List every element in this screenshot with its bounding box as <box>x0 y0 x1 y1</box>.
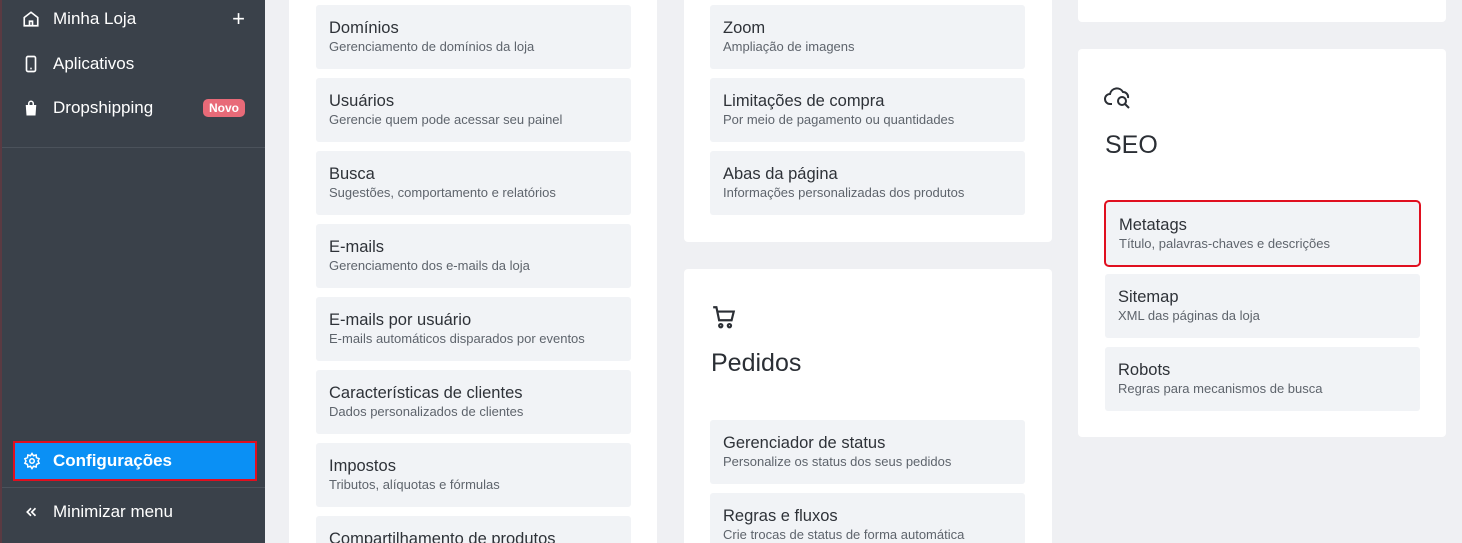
card-subtitle: Sugestões, comportamento e relatórios <box>329 185 556 200</box>
sidebar: Minha Loja + Aplicativos Dropshipping No… <box>0 0 265 543</box>
card-emails-por-usuario[interactable]: E-mails por usuário E-mails automáticos … <box>316 297 631 361</box>
card-impostos[interactable]: Impostos Tributos, alíquotas e fórmulas <box>316 443 631 507</box>
card-regras-fluxos[interactable]: Regras e fluxos Crie trocas de status de… <box>710 493 1025 543</box>
double-chevron-left-icon <box>22 503 40 521</box>
home-icon <box>22 10 40 28</box>
card-title: Características de clientes <box>329 384 523 402</box>
card-metatags[interactable]: Metatags Título, palavras-chaves e descr… <box>1104 200 1421 267</box>
gear-icon <box>23 452 41 470</box>
sidebar-divider <box>2 487 265 488</box>
settings-button[interactable]: Configurações <box>13 441 257 481</box>
sidebar-item-minha-loja[interactable]: Minha Loja + <box>22 4 245 34</box>
card-gerenciador-status[interactable]: Gerenciador de status Personalize os sta… <box>710 420 1025 484</box>
minimize-menu-button[interactable]: Minimizar menu <box>22 497 245 527</box>
card-title: Domínios <box>329 19 399 37</box>
card-title: Gerenciador de status <box>723 434 886 452</box>
minimize-menu-label: Minimizar menu <box>53 502 173 521</box>
card-subtitle: E-mails automáticos disparados por event… <box>329 331 585 346</box>
card-title: Abas da página <box>723 165 838 183</box>
card-sitemap[interactable]: Sitemap XML das páginas da loja <box>1105 274 1420 338</box>
phone-icon <box>22 55 40 73</box>
card-title: Compartilhamento de produtos <box>329 530 556 543</box>
card-busca[interactable]: Busca Sugestões, comportamento e relatór… <box>316 151 631 215</box>
card-subtitle: Crie trocas de status de forma automátic… <box>723 527 965 542</box>
cloud-search-icon <box>1104 84 1134 117</box>
sidebar-divider <box>2 147 265 148</box>
card-subtitle: Por meio de pagamento ou quantidades <box>723 112 955 127</box>
new-badge: Novo <box>203 99 245 117</box>
card-robots[interactable]: Robots Regras para mecanismos de busca <box>1105 347 1420 411</box>
card-title: E-mails <box>329 238 385 256</box>
card-title: Usuários <box>329 92 395 110</box>
add-icon[interactable]: + <box>232 8 245 30</box>
card-subtitle: Ampliação de imagens <box>723 39 855 54</box>
bag-icon <box>22 99 40 117</box>
card-title: Busca <box>329 165 375 183</box>
card-title: E-mails por usuário <box>329 311 472 329</box>
seo-section-title: SEO <box>1105 131 1158 159</box>
card-title: Zoom <box>723 19 766 37</box>
cart-icon <box>711 304 737 335</box>
card-subtitle: Título, palavras-chaves e descrições <box>1119 236 1330 251</box>
settings-label: Configurações <box>53 451 173 470</box>
card-compartilhamento-produtos[interactable]: Compartilhamento de produtos <box>316 516 631 543</box>
card-subtitle: Regras para mecanismos de busca <box>1118 381 1323 396</box>
card-zoom[interactable]: Zoom Ampliação de imagens <box>710 5 1025 69</box>
card-subtitle: Dados personalizados de clientes <box>329 404 524 419</box>
card-title: Regras e fluxos <box>723 507 838 525</box>
card-title: Limitações de compra <box>723 92 885 110</box>
sidebar-item-label: Dropshipping <box>53 98 154 117</box>
card-caracteristicas-clientes[interactable]: Características de clientes Dados person… <box>316 370 631 434</box>
card-title: Robots <box>1118 361 1171 379</box>
orders-section-title: Pedidos <box>711 349 802 377</box>
card-subtitle: XML das páginas da loja <box>1118 308 1260 323</box>
card-title: Sitemap <box>1118 288 1179 306</box>
card-abas-pagina[interactable]: Abas da página Informações personalizada… <box>710 151 1025 215</box>
card-subtitle: Informações personalizadas dos produtos <box>723 185 965 200</box>
settings-panel-top <box>1078 0 1446 22</box>
sidebar-item-label: Minha Loja <box>53 9 137 28</box>
card-subtitle: Gerenciamento dos e-mails da loja <box>329 258 530 273</box>
card-emails[interactable]: E-mails Gerenciamento dos e-mails da loj… <box>316 224 631 288</box>
card-subtitle: Gerenciamento de domínios da loja <box>329 39 535 54</box>
card-subtitle: Personalize os status dos seus pedidos <box>723 454 952 469</box>
sidebar-item-dropshipping[interactable]: Dropshipping Novo <box>22 93 245 123</box>
card-limitacoes-compra[interactable]: Limitações de compra Por meio de pagamen… <box>710 78 1025 142</box>
card-title: Impostos <box>329 457 396 475</box>
card-subtitle: Tributos, alíquotas e fórmulas <box>329 477 500 492</box>
card-dominios[interactable]: Domínios Gerenciamento de domínios da lo… <box>316 5 631 69</box>
card-usuarios[interactable]: Usuários Gerencie quem pode acessar seu … <box>316 78 631 142</box>
card-subtitle: Gerencie quem pode acessar seu painel <box>329 112 563 127</box>
card-title: Metatags <box>1119 216 1187 234</box>
sidebar-item-aplicativos[interactable]: Aplicativos <box>22 49 245 79</box>
sidebar-item-label: Aplicativos <box>53 54 135 73</box>
